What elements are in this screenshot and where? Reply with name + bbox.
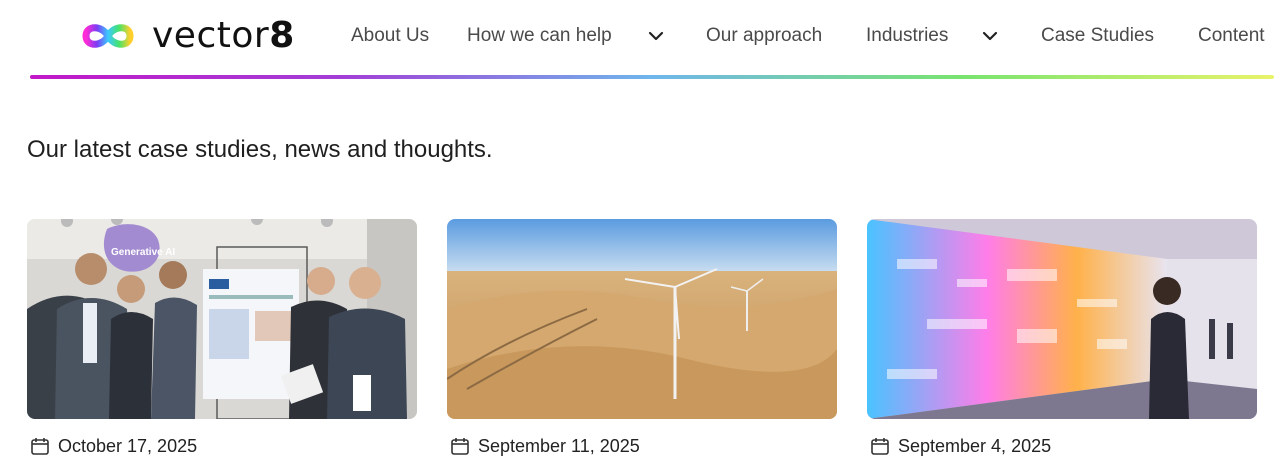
nav-case-studies[interactable]: Case Studies [1041,22,1154,50]
card-date-text: September 4, 2025 [898,435,1052,456]
nav-content[interactable]: Content [1198,22,1265,50]
calendar-icon [871,438,889,455]
wind-turbines-desert-photo [447,219,837,419]
nav-about-us[interactable]: About Us [351,22,429,50]
generative-ai-badge: Generative AI [111,247,175,258]
brand-wordmark: vector8 [152,15,295,56]
nav-our-approach[interactable]: Our approach [706,22,822,50]
case-study-card-image[interactable] [867,219,1257,419]
woman-data-wall-photo [867,219,1257,419]
calendar-icon [451,438,469,455]
calendar-icon [31,438,49,455]
header-gradient-divider [30,75,1274,79]
chevron-down-icon[interactable] [646,26,666,46]
infinity-logo-icon [82,24,134,48]
nav-how-we-can-help[interactable]: How we can help [467,22,612,50]
card-date-text: September 11, 2025 [478,435,640,456]
card-date: October 17, 2025 [30,436,197,456]
case-study-card-image[interactable]: Generative AI [27,219,417,419]
case-study-card-image[interactable] [447,219,837,419]
nav-industries[interactable]: Industries [866,22,948,50]
card-date: September 11, 2025 [450,436,640,456]
team-at-poster-photo: Generative AI [27,219,417,419]
brand-logo[interactable]: vector8 [78,14,295,58]
card-date: September 4, 2025 [870,436,1051,456]
chevron-down-icon[interactable] [980,26,1000,46]
site-header: vector8 About Us How we can help Our app… [0,0,1274,82]
card-date-text: October 17, 2025 [58,435,198,456]
section-headline: Our latest case studies, news and though… [27,136,493,163]
